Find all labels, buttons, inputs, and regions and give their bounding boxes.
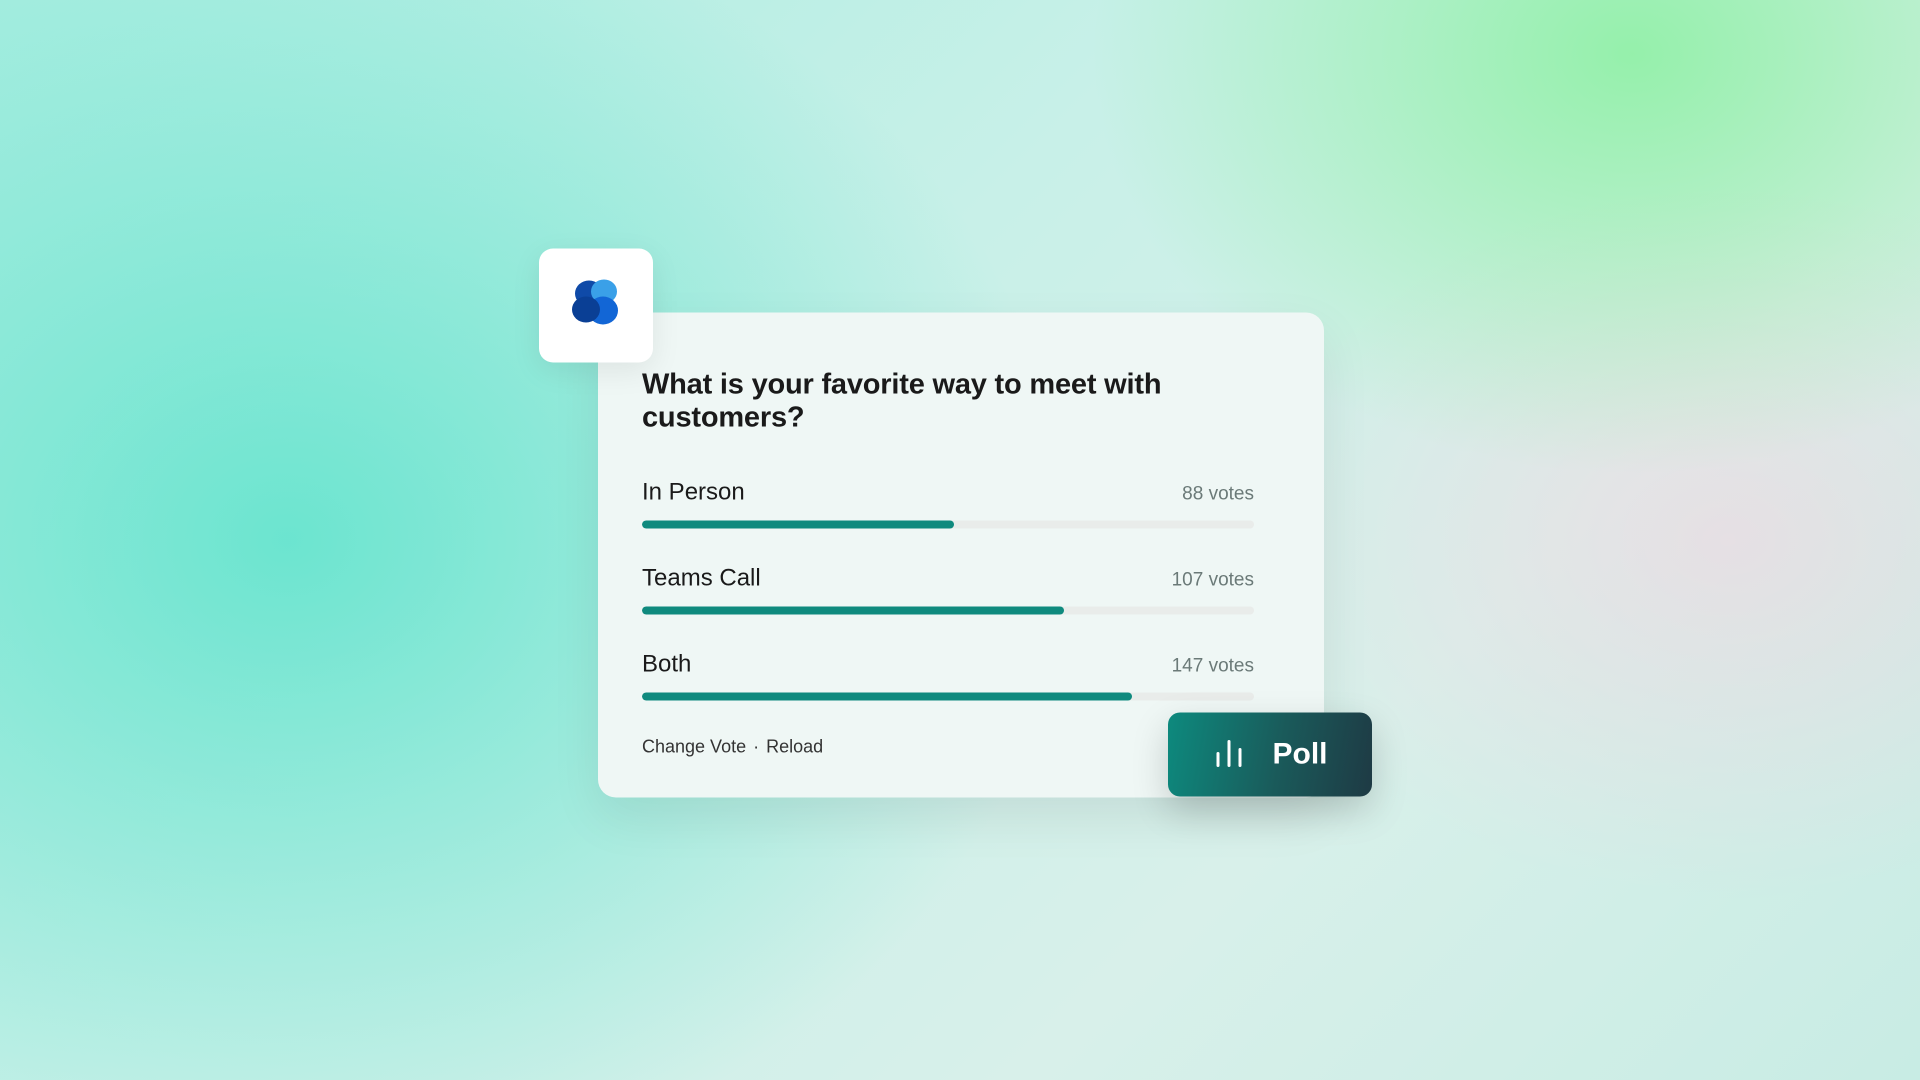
option-label: Both — [642, 651, 691, 679]
progress-fill — [642, 607, 1064, 615]
poll-option[interactable]: In Person 88 votes — [642, 479, 1254, 529]
poll-option[interactable]: Both 147 votes — [642, 651, 1254, 701]
option-votes: 147 votes — [1172, 656, 1254, 678]
option-label: Teams Call — [642, 565, 761, 593]
progress-fill — [642, 521, 954, 529]
poll-actions: Change Vote · Reload — [642, 737, 1254, 758]
poll-option[interactable]: Teams Call 107 votes — [642, 565, 1254, 615]
progress-track — [642, 693, 1254, 701]
app-logo-card — [539, 249, 653, 363]
poll-button-label: Poll — [1272, 738, 1327, 772]
reload-link[interactable]: Reload — [766, 737, 823, 757]
option-votes: 107 votes — [1172, 570, 1254, 592]
poll-button[interactable]: Poll — [1168, 713, 1372, 797]
separator: · — [753, 737, 759, 757]
progress-track — [642, 521, 1254, 529]
progress-track — [642, 607, 1254, 615]
option-label: In Person — [642, 479, 745, 507]
progress-fill — [642, 693, 1132, 701]
option-votes: 88 votes — [1182, 484, 1254, 506]
poll-question: What is your favorite way to meet with c… — [642, 369, 1254, 435]
viva-engage-icon — [564, 271, 628, 340]
change-vote-link[interactable]: Change Vote — [642, 737, 746, 757]
bar-chart-icon — [1212, 735, 1246, 774]
